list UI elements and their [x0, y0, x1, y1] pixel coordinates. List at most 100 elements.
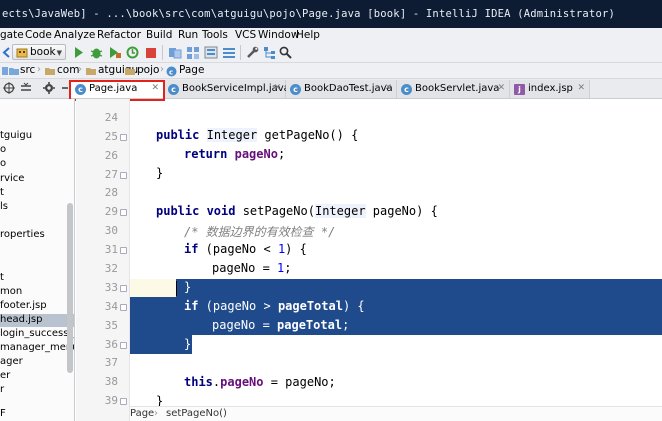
- code-line-35: pageNo = pageTotal;: [212, 318, 350, 332]
- menu-help[interactable]: Help: [296, 29, 320, 41]
- tree-item[interactable]: login_success_m: [0, 328, 74, 341]
- structure-icon[interactable]: [263, 46, 276, 59]
- title-bar: ects\JavaWeb] - ...\book\src\com\atguigu…: [0, 0, 662, 28]
- menu-run[interactable]: Run: [178, 29, 198, 41]
- tree-item[interactable]: ls: [0, 201, 8, 214]
- code-line-36: }: [184, 337, 192, 351]
- debug-icon[interactable]: [90, 46, 103, 59]
- close-icon[interactable]: ✕: [384, 83, 392, 93]
- tab-label: index.jsp: [528, 83, 573, 94]
- fold-marker[interactable]: [120, 304, 127, 311]
- line-number: 37: [104, 356, 118, 369]
- breadcrumb-pojo[interactable]: pojo: [137, 64, 159, 76]
- breadcrumb-com[interactable]: com: [57, 64, 79, 76]
- tree-item[interactable]: F: [0, 408, 6, 421]
- tree-item[interactable]: ager: [0, 356, 23, 369]
- code-line-32: pageNo = 1;: [212, 261, 292, 275]
- tree-item[interactable]: r: [0, 384, 4, 397]
- fold-marker[interactable]: [120, 209, 127, 216]
- code-line-38: this.pageNo = pageNo;: [184, 375, 336, 389]
- tree-item[interactable]: roperties: [0, 229, 45, 242]
- line-number: 38: [104, 375, 118, 388]
- line-number: 34: [104, 300, 118, 313]
- tab-bookservlet-java[interactable]: c BookServlet.java ✕: [397, 80, 510, 98]
- tree-item[interactable]: footer.jsp: [0, 300, 47, 313]
- hide-panel-icon[interactable]: [61, 82, 69, 95]
- main-toolbar: book ▼: [0, 42, 662, 63]
- tree-item[interactable]: tguigu: [0, 130, 32, 143]
- fold-marker[interactable]: [120, 285, 127, 292]
- project-structure-icon[interactable]: [186, 46, 200, 59]
- tab-bookserviceimpl-java[interactable]: c BookServiceImpl.java ✕: [164, 80, 290, 98]
- svg-text:c: c: [169, 69, 173, 77]
- fold-marker[interactable]: [120, 134, 127, 141]
- code-line-39: }: [156, 394, 164, 406]
- tree-item[interactable]: rvice: [0, 173, 24, 186]
- fold-marker[interactable]: [120, 342, 127, 349]
- folder-icon: [9, 68, 19, 75]
- close-icon[interactable]: ✕: [577, 83, 585, 93]
- menu-vcs[interactable]: VCS: [235, 29, 256, 41]
- close-icon[interactable]: ✕: [497, 83, 505, 93]
- menu-analyze[interactable]: Analyze: [54, 29, 95, 41]
- tree-item[interactable]: mon: [0, 286, 22, 299]
- menu-tools[interactable]: Tools: [202, 29, 228, 41]
- tree-item[interactable]: o: [0, 144, 6, 157]
- menu-refactor[interactable]: Refactor: [97, 29, 141, 41]
- tab-label: BookServlet.java: [415, 83, 500, 94]
- collapse-all-icon[interactable]: [20, 82, 32, 95]
- vcs-update-icon[interactable]: [168, 46, 182, 59]
- stop-icon[interactable]: [145, 46, 157, 59]
- tree-item[interactable]: manager_menu.js: [0, 342, 74, 355]
- tab-index-jsp[interactable]: j index.jsp ✕: [510, 80, 590, 98]
- package-icon: [125, 68, 135, 75]
- project-scrollbar[interactable]: [67, 203, 73, 373]
- fold-marker[interactable]: [120, 172, 127, 179]
- breadcrumb-page[interactable]: Page: [179, 64, 204, 76]
- run-config-select[interactable]: book ▼: [12, 44, 66, 60]
- tree-item[interactable]: t: [0, 187, 4, 200]
- tree-item-selected[interactable]: head.jsp: [0, 314, 74, 327]
- crumb-separator: ›: [154, 408, 158, 419]
- back-arrow-icon[interactable]: [1, 46, 11, 59]
- wrench-icon[interactable]: [246, 46, 259, 59]
- project-panel: tguigu o o rvice t ls roperties t mon fo…: [0, 99, 75, 421]
- menu-build[interactable]: Build: [146, 29, 172, 41]
- code-line-30: /* 数据边界的有效检查 */: [184, 225, 336, 239]
- line-number: 29: [104, 205, 118, 218]
- close-icon[interactable]: ✕: [273, 83, 281, 93]
- coverage-icon[interactable]: [108, 46, 121, 59]
- tree-item[interactable]: t: [0, 272, 4, 285]
- tab-bookdaotest-java[interactable]: c BookDaoTest.java ✕: [286, 80, 397, 98]
- breadcrumb-src[interactable]: src: [20, 64, 35, 76]
- code-line-25: public Integer getPageNo() {: [156, 128, 359, 142]
- line-number: 31: [104, 243, 118, 256]
- code-editor[interactable]: public Integer getPageNo() { return page…: [130, 99, 662, 406]
- fold-marker[interactable]: [120, 398, 127, 405]
- menu-code[interactable]: Code: [25, 29, 52, 41]
- fold-marker[interactable]: [120, 247, 127, 254]
- tree-item[interactable]: er: [0, 370, 10, 383]
- crumb-class[interactable]: Page: [130, 408, 154, 419]
- line-number: 25: [104, 130, 118, 143]
- package-icon: [45, 68, 55, 75]
- sdk-icon[interactable]: [204, 46, 218, 59]
- run-icon[interactable]: [72, 46, 84, 59]
- chevron-down-icon: ▼: [56, 49, 62, 57]
- search-icon[interactable]: [279, 46, 292, 59]
- jsp-icon: j: [514, 84, 525, 95]
- breadcrumb: src › com › atguigu › pojo › c Page: [0, 63, 662, 79]
- modules-icon[interactable]: [222, 46, 236, 59]
- menu-navigate[interactable]: gate: [0, 29, 24, 41]
- line-number: 36: [104, 338, 118, 351]
- profile-icon[interactable]: [126, 46, 139, 59]
- tree-item[interactable]: o: [0, 158, 6, 171]
- menu-window[interactable]: Window: [258, 29, 299, 41]
- editor-gutter: [76, 99, 130, 421]
- line-number: 30: [104, 224, 118, 237]
- settings-gear-icon[interactable]: [43, 82, 55, 95]
- line-number: 32: [104, 262, 118, 275]
- target-icon[interactable]: [3, 82, 15, 95]
- crumb-method[interactable]: setPageNo(): [166, 408, 227, 419]
- run-config-label: book: [30, 46, 56, 58]
